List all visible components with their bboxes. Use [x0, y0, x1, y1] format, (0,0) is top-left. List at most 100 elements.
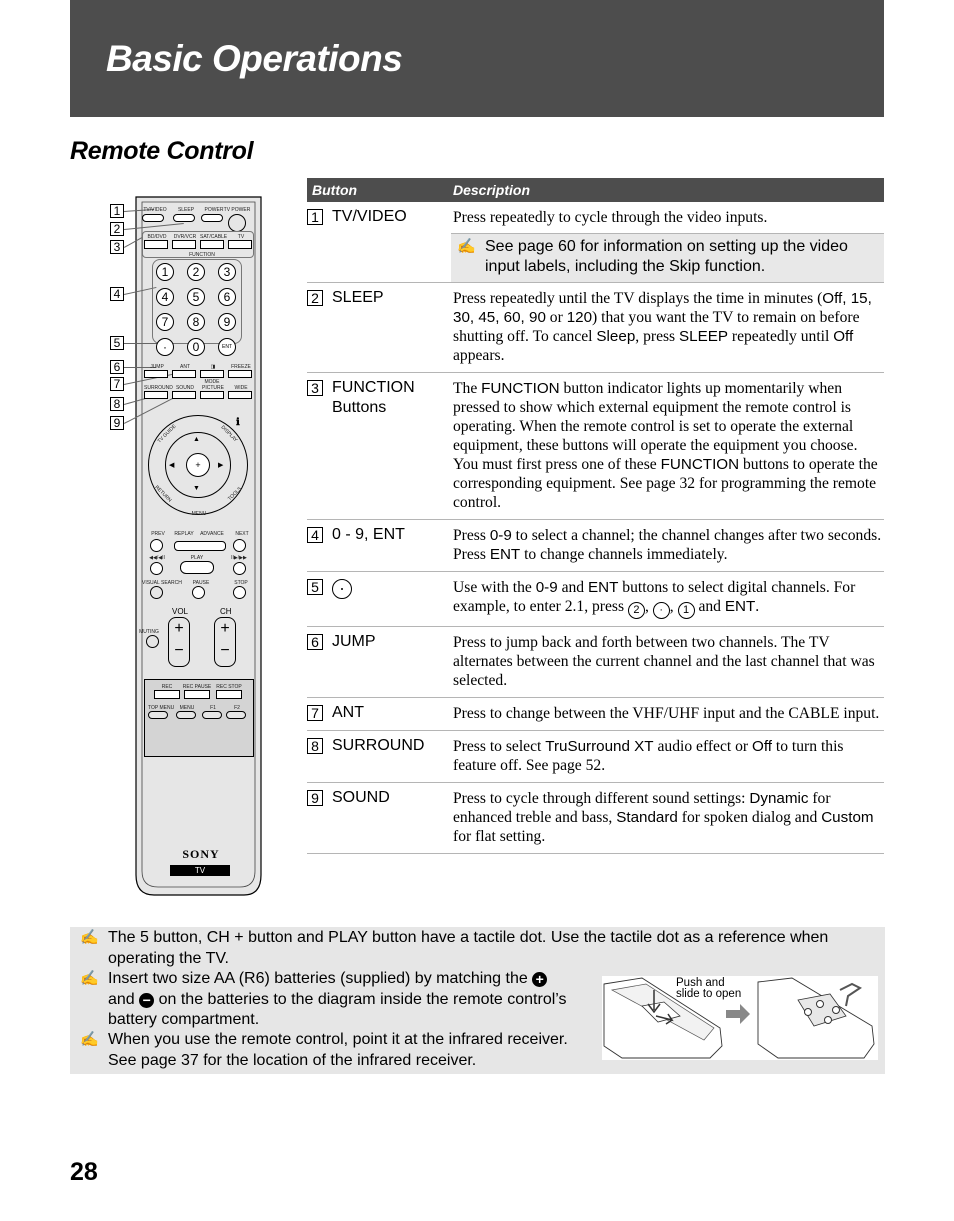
digit-button: 7	[156, 313, 174, 331]
remote-button	[148, 711, 168, 719]
text-segment: repeatedly until	[728, 328, 834, 345]
keyword: 0-9	[489, 527, 512, 544]
section-title: Remote Control	[70, 137, 254, 165]
minus-icon: −	[139, 992, 155, 1008]
note-text: Insert two size AA (R6) batteries (suppl…	[108, 969, 600, 1031]
button-name: SOUND	[332, 789, 390, 807]
callout-number: 6	[307, 634, 323, 650]
callout-number: 8	[110, 397, 124, 411]
button-name: SLEEP	[332, 289, 384, 307]
note-text-part: and	[108, 990, 135, 1008]
callout-number: 2	[110, 222, 124, 236]
keyword: Dynamic	[749, 790, 809, 807]
remote-button	[176, 711, 196, 719]
button-cell: 3 FUNCTION Buttons	[307, 377, 453, 512]
digit-button: 2	[187, 263, 205, 281]
callout-number: 1	[110, 204, 124, 218]
table-row: 5 Use with the 0-9 and ENT buttons to sel…	[307, 572, 884, 627]
note-text: When you use the remote control, point i…	[108, 1031, 568, 1069]
rewind-button	[150, 562, 163, 575]
header-band: Basic Operations	[70, 0, 884, 117]
digit-button: ENT	[218, 338, 236, 356]
dot-button-icon	[332, 579, 352, 599]
remote-control-illustration: 1 2 3 4 5 6 7 8 9 TV/VIDEO SLEEP POWER TV POWER BD/DV…	[104, 195, 274, 905]
description-text: Press repeatedly to cycle through the vi…	[453, 208, 884, 227]
table-row: 1 TV/VIDEO Press repeatedly to cycle throu…	[307, 202, 884, 283]
button-name: JUMP	[332, 633, 376, 651]
button-name: SURROUND	[332, 737, 424, 755]
button-name: FUNCTION Buttons	[332, 379, 415, 417]
digit-button: 6	[218, 288, 236, 306]
text-segment: ,	[669, 598, 678, 615]
figure-label-line: slide to open	[676, 988, 742, 1000]
remote-button	[172, 391, 196, 399]
rec-button	[154, 690, 180, 699]
text-segment: Press	[453, 527, 490, 544]
rec-button	[216, 690, 242, 699]
remote-button-label: NEXT	[235, 531, 249, 537]
text-segment: Press to cycle through different sound s…	[453, 790, 750, 807]
description-cell: Press to cycle through different sound s…	[453, 787, 884, 846]
callout-number: 9	[307, 790, 323, 806]
callout-number: 6	[110, 360, 124, 374]
remote-button-label: TV POWER	[223, 207, 251, 213]
muting-button	[146, 635, 159, 648]
remote-button	[228, 391, 252, 399]
ch-label: CH	[220, 607, 232, 616]
description-text: Press to change between the VHF/UHF inpu…	[453, 704, 884, 723]
button-name-line: FUNCTION	[332, 379, 415, 396]
circled-button-icon: 2	[627, 602, 645, 619]
button-cell: 8 SURROUND	[307, 735, 453, 775]
pause-button	[192, 586, 205, 599]
remote-button	[226, 711, 246, 719]
remote-button	[200, 391, 224, 399]
callout-leader-line	[124, 223, 185, 230]
keyword: FUNCTION	[481, 380, 560, 397]
description-text: Press 0-9 to select a channel; the chann…	[453, 526, 884, 564]
table-row: 6 JUMP Press to jump back and forth betwee…	[307, 627, 884, 698]
remote-button-label: TV/VIDEO	[143, 207, 167, 213]
text-segment: Press repeatedly to cycle through the vi…	[453, 209, 768, 226]
remote-button	[142, 214, 164, 222]
column-header-button: Button	[312, 182, 358, 198]
text-segment: appears.	[453, 347, 505, 364]
arrow-down-icon: ▼	[193, 485, 200, 492]
button-cell: 6 JUMP	[307, 631, 453, 690]
button-cell: 1 TV/VIDEO	[307, 206, 453, 282]
text-segment: Press to change between the VHF/UHF inpu…	[453, 705, 880, 722]
table-row: 3 FUNCTION Buttons The FUNCTION button indi…	[307, 373, 884, 520]
digit-button: ·	[156, 338, 174, 356]
text-segment: and	[557, 579, 588, 596]
fast-forward-button	[233, 562, 246, 575]
figure-label: Push and slide to open	[676, 977, 742, 1000]
remote-button	[172, 370, 196, 378]
button-name: 0 - 9, ENT	[332, 526, 405, 544]
callout-number: 7	[110, 377, 124, 391]
note-pen-icon: ✍	[80, 929, 99, 946]
text-segment: audio effect or	[653, 738, 753, 755]
text-segment: or	[545, 309, 567, 326]
visual-search-button	[150, 586, 163, 599]
remote-button	[202, 711, 222, 719]
digit-button: 4	[156, 288, 174, 306]
button-name-line: Buttons	[332, 399, 387, 416]
keyword: Sleep	[596, 328, 636, 345]
description-text: Use with the 0-9 and ENT buttons to sele…	[453, 578, 884, 619]
text-segment: Press to select	[453, 738, 546, 755]
button-cell: 9 SOUND	[307, 787, 453, 846]
digit-button: 3	[218, 263, 236, 281]
table-row: 7 ANT Press to change between the VHF/UHF …	[307, 698, 884, 731]
button-name-line: JUMP	[332, 633, 376, 650]
plus-icon: +	[532, 972, 548, 987]
button-name-line: ANT	[332, 704, 364, 721]
keyword: Custom	[821, 809, 874, 826]
keyword: FUNCTION	[660, 456, 740, 473]
description-cell: Press to change between the VHF/UHF inpu…	[453, 702, 884, 723]
remote-button	[228, 370, 252, 378]
description-cell: Press repeatedly to cycle through the vi…	[451, 206, 884, 282]
remote-button	[200, 370, 224, 378]
vol-label: VOL	[172, 607, 189, 616]
description-cell: Use with the 0-9 and ENT buttons to sele…	[453, 576, 884, 619]
function-button	[200, 240, 224, 249]
callout-number: 5	[307, 579, 323, 595]
